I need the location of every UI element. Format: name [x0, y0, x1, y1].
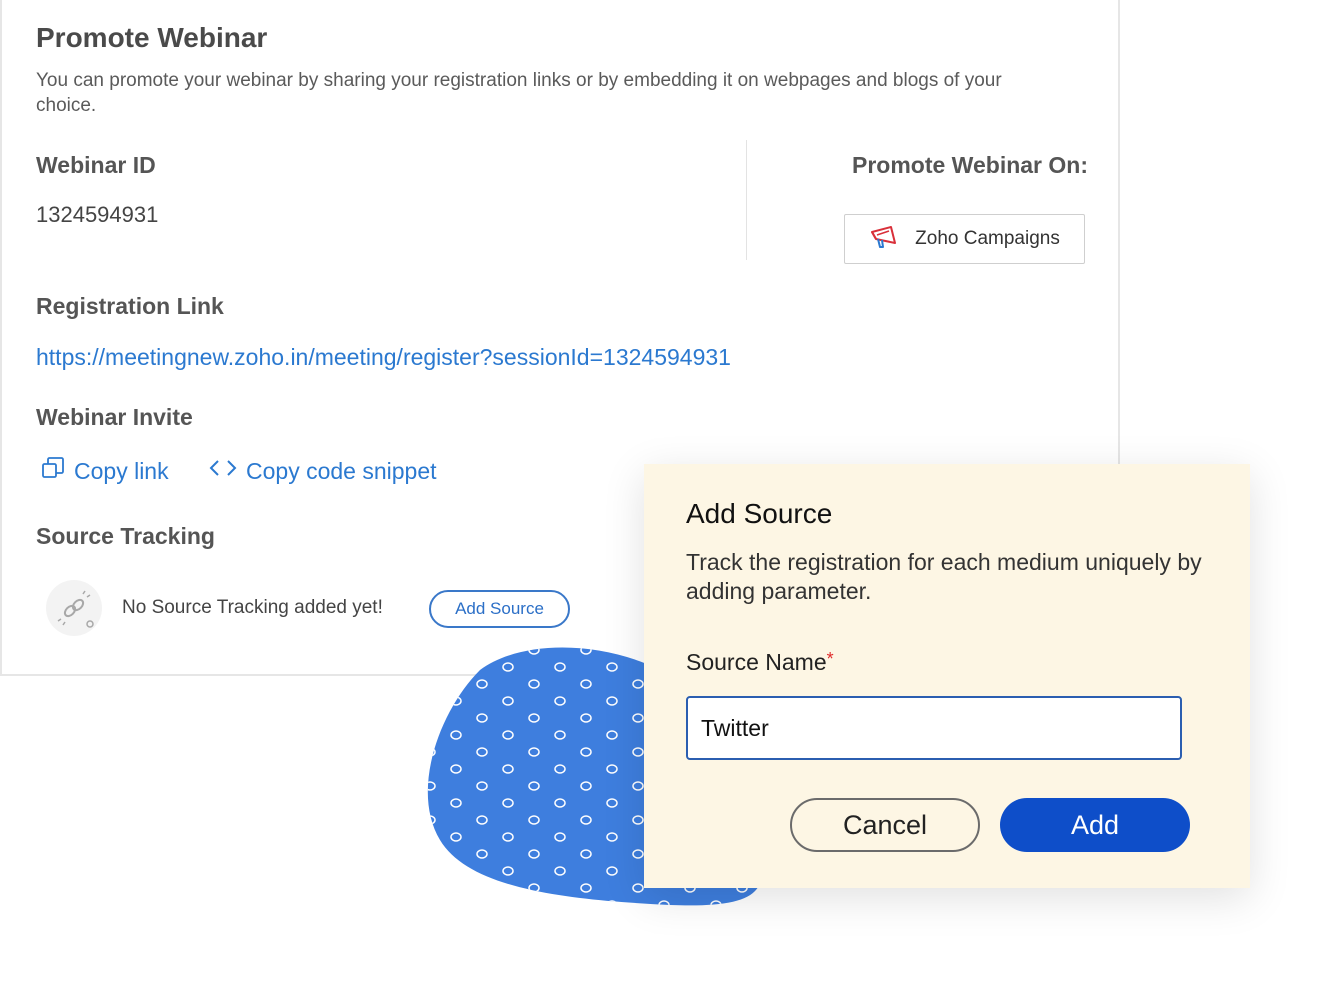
megaphone-icon [869, 223, 901, 256]
code-icon [208, 455, 238, 487]
copy-code-snippet-button[interactable]: Copy code snippet [208, 455, 437, 487]
add-source-dialog: Add Source Track the registration for ea… [644, 464, 1250, 888]
source-tracking-label: Source Tracking [36, 523, 215, 549]
dialog-title: Add Source [686, 498, 833, 529]
required-mark: * [826, 649, 834, 669]
zoho-campaigns-label: Zoho Campaigns [915, 228, 1060, 249]
webinar-id-label: Webinar ID [36, 152, 156, 178]
source-name-input[interactable] [686, 696, 1182, 760]
panel-description: You can promote your webinar by sharing … [36, 70, 1002, 116]
promote-on-label: Promote Webinar On: [852, 152, 1088, 178]
source-name-label: Source Name* [686, 649, 834, 676]
cancel-button[interactable]: Cancel [790, 798, 980, 852]
add-button[interactable]: Add [1000, 798, 1190, 852]
copy-icon [40, 455, 66, 487]
webinar-id-value: 1324594931 [36, 202, 159, 227]
copy-link-label: Copy link [74, 457, 169, 484]
section-divider [746, 140, 747, 260]
empty-state-text: No Source Tracking added yet! [122, 597, 383, 618]
link-icon [46, 580, 102, 636]
panel-title: Promote Webinar [36, 22, 268, 53]
source-name-label-text: Source Name [686, 649, 827, 675]
copy-link-button[interactable]: Copy link [40, 455, 169, 487]
registration-link[interactable]: https://meetingnew.zoho.in/meeting/regis… [36, 344, 731, 371]
zoho-campaigns-button[interactable]: Zoho Campaigns [844, 214, 1085, 264]
dialog-description: Track the registration for each medium u… [686, 549, 1202, 604]
webinar-invite-label: Webinar Invite [36, 404, 193, 430]
add-source-button[interactable]: Add Source [429, 590, 570, 628]
registration-link-label: Registration Link [36, 293, 224, 319]
copy-code-label: Copy code snippet [246, 457, 437, 484]
